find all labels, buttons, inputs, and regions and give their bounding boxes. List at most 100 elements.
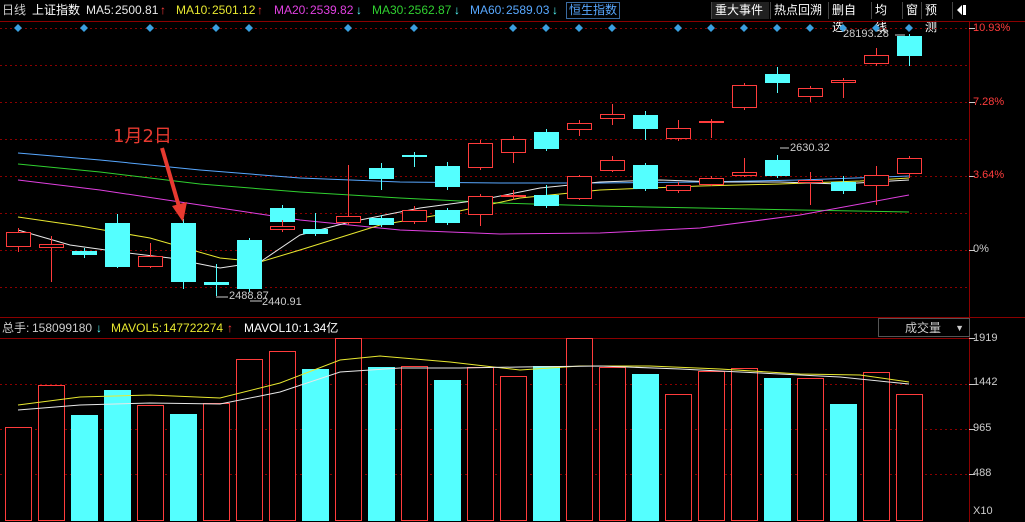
- candle-body: [39, 244, 64, 248]
- event-diamond-icon: [707, 24, 715, 32]
- volume-bar: [632, 374, 659, 521]
- candle-body: [270, 208, 295, 222]
- total-volume-value: 158099180: [32, 321, 93, 335]
- volume-bar: [335, 338, 362, 521]
- volume-bar: [302, 369, 329, 521]
- candle-body: [666, 185, 691, 191]
- candle-body: [72, 251, 97, 255]
- candle-body: [369, 218, 394, 225]
- candle-body: [699, 178, 724, 185]
- candle-body: [864, 55, 889, 64]
- volume-bar: [896, 394, 923, 521]
- event-diamond-icon: [806, 24, 814, 32]
- candle-body: [435, 210, 460, 223]
- axis-label-3: 3.64%: [973, 169, 1005, 181]
- indicator-select[interactable]: 成交量 ▼: [878, 318, 970, 337]
- candle-body: [765, 160, 790, 176]
- event-diamond-icon: [509, 24, 517, 32]
- axis-label-top: 10.93%: [973, 22, 1011, 34]
- volume-bar: [38, 385, 65, 521]
- mavol10-value: 1.34亿: [303, 321, 339, 335]
- volume-bar: [401, 366, 428, 521]
- candle-body: [732, 172, 757, 176]
- candle-body: [501, 195, 526, 197]
- candle-body: [204, 282, 229, 285]
- date-annotation: 1月2日: [113, 126, 172, 147]
- volume-bar: [467, 367, 494, 521]
- vol-unit-label: X10: [973, 505, 993, 517]
- axis-label-2: 7.28%: [973, 96, 1005, 108]
- candle-body: [633, 115, 658, 129]
- event-diamond-icon: [740, 24, 748, 32]
- candle-body: [468, 143, 493, 168]
- mavol5-arrow: ↑: [227, 321, 233, 335]
- axis-label-zero: 0%: [973, 243, 989, 255]
- volume-bar: [533, 366, 560, 521]
- volume-bar: [698, 371, 725, 521]
- ma10-line: [17, 177, 910, 263]
- candle-body: [798, 88, 823, 97]
- candle-body: [435, 166, 460, 187]
- volume-bar: [137, 405, 164, 521]
- volume-bar: [269, 351, 296, 521]
- high-price-label: 28193.28: [843, 28, 889, 40]
- event-diamond-icon: [212, 24, 220, 32]
- chevron-down-icon: ▼: [955, 323, 964, 333]
- candle-body: [765, 74, 790, 83]
- candlesticks[interactable]: [6, 34, 922, 296]
- volume-header: 总手: 158099180 ↓ MAVOL5: 147722274 ↑ MAVO…: [0, 318, 1025, 339]
- vol-axis-2: 1442: [973, 376, 998, 388]
- candle-body: [567, 123, 592, 130]
- candle-body: [402, 155, 427, 157]
- candle-body: [336, 216, 361, 223]
- event-diamond-icon: [905, 24, 913, 32]
- candle-body: [534, 195, 559, 206]
- mid-price-label: 2630.32: [790, 142, 830, 154]
- candle-body: [468, 196, 493, 215]
- indicator-select-value: 成交量: [905, 321, 942, 335]
- volume-bar: [764, 378, 791, 521]
- candle-body: [105, 223, 130, 267]
- volume-bar: [170, 414, 197, 521]
- candle-body: [270, 226, 295, 230]
- vol-axis-1: 1919: [973, 332, 998, 344]
- vol-axis-3: 965: [973, 422, 992, 434]
- volume-bar: [236, 359, 263, 521]
- event-diamond-icon: [245, 24, 253, 32]
- kline-chart[interactable]: [0, 0, 1025, 522]
- volume-bar: [830, 404, 857, 521]
- candle-body: [138, 256, 163, 267]
- volume-bar: [500, 376, 527, 521]
- ma5-line: [17, 179, 910, 269]
- event-markers[interactable]: [14, 24, 913, 32]
- event-diamond-icon: [344, 24, 352, 32]
- volume-bar: [5, 427, 32, 521]
- volume-bar: [797, 378, 824, 521]
- candle-body: [666, 128, 691, 139]
- volume-bar: [71, 415, 98, 521]
- candle-body: [732, 85, 757, 108]
- candle-body: [6, 232, 31, 247]
- candle-body: [534, 132, 559, 149]
- low-price-label-2: 2440.91: [262, 296, 302, 308]
- candle-body: [600, 160, 625, 171]
- volume-bar: [665, 394, 692, 521]
- candle-body: [303, 229, 328, 234]
- volume-bar: [203, 403, 230, 521]
- candle-body: [798, 180, 823, 183]
- volume-bar: [434, 380, 461, 521]
- annotation-arrowhead: [172, 202, 187, 222]
- volume-bars[interactable]: [5, 338, 923, 521]
- volume-bar: [104, 390, 131, 521]
- candle-body: [237, 240, 262, 289]
- candle-body: [402, 210, 427, 222]
- event-diamond-icon: [542, 24, 550, 32]
- event-diamond-icon: [608, 24, 616, 32]
- candle-body: [831, 80, 856, 83]
- mavol5-label: MAVOL5:: [111, 321, 163, 335]
- candle-body: [897, 36, 922, 56]
- candle-body: [171, 223, 196, 282]
- event-diamond-icon: [410, 24, 418, 32]
- event-diamond-icon: [674, 24, 682, 32]
- volume-bar: [731, 368, 758, 521]
